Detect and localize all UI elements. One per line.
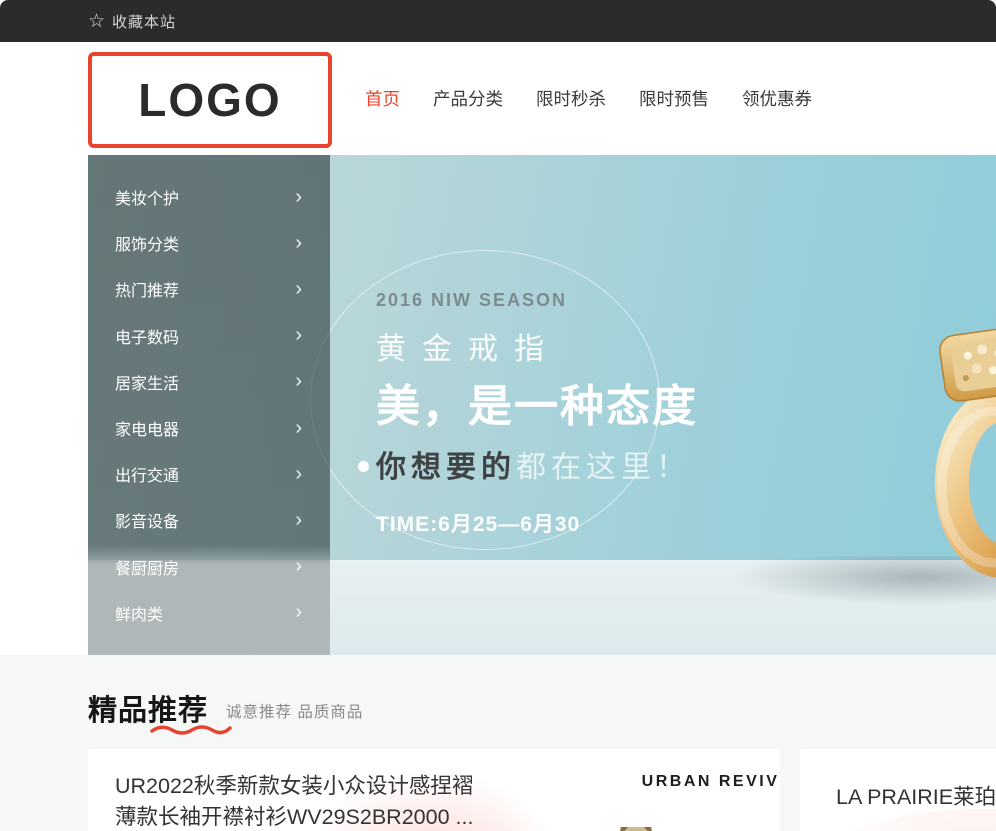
product-card[interactable]: LA PRAIRIE莱珀 ¥9,40 [800,749,996,831]
chevron-right-icon: › [295,324,302,347]
nav-item-home[interactable]: 首页 [365,86,400,111]
decorative-dot [358,461,369,472]
chevron-right-icon: › [295,463,302,486]
product-title[interactable]: LA PRAIRIE莱珀 [836,780,996,811]
sidebar-item-fresh-meat[interactable]: 鲜肉类 › [88,590,330,636]
chevron-right-icon: › [295,370,302,393]
star-icon: ☆ [88,12,105,31]
hero-banner[interactable]: 2016 NIW SEASON 黄金戒指 美，是一种态度 你想要的都在这里！ T… [88,155,996,655]
logo-text: LOGO [138,73,281,127]
banner-time: TIME:6月25—6月30 [376,508,698,538]
topbar: ☆ 收藏本站 [0,0,996,42]
sidebar-item-kitchen[interactable]: 餐厨厨房 › [88,544,330,590]
sidebar-item-label: 美妆个护 [115,185,179,209]
product-brand: URBAN REVIVO [543,773,780,791]
sidebar-item-label: 居家生活 [115,370,179,394]
category-sidebar: 美妆个护 › 服饰分类 › 热门推荐 › 电子数码 › 居家生活 › 家电电器 › 出行交通… [88,155,330,655]
sidebar-item-label: 服饰分类 [115,231,179,255]
product-cards: UR2022秋季新款女装小众设计感捏褶薄款长袖开襟衬衫WV29S2BR2000 … [88,749,996,831]
nav-item-coupons[interactable]: 领优惠券 [742,86,812,111]
logo[interactable]: LOGO [88,52,332,148]
banner-tagline: 你想要的都在这里！ [376,442,698,486]
banner-text: 2016 NIW SEASON 黄金戒指 美，是一种态度 你想要的都在这里！ T… [376,290,698,538]
chevron-right-icon: › [295,232,302,255]
shirt-product-image [616,827,656,831]
sidebar-item-apparel[interactable]: 服饰分类 › [88,220,330,266]
sidebar-item-label: 影音设备 [115,508,179,532]
banner-tagline-light: 都在这里！ [516,451,691,484]
wavy-underline-icon [150,723,232,735]
recommend-section: 精品推荐 诚意推荐 品质商品 UR2022秋季新款女装小众设计感捏褶薄款长袖开襟… [0,655,996,831]
product-card[interactable]: UR2022秋季新款女装小众设计感捏褶薄款长袖开襟衬衫WV29S2BR2000 … [88,749,780,831]
sidebar-item-label: 电子数码 [115,324,179,348]
banner-subtitle: 黄金戒指 [376,324,698,368]
banner-tagline-dark: 你想要的 [376,451,516,484]
nav-item-presale[interactable]: 限时预售 [639,86,709,111]
sidebar-item-label: 热门推荐 [115,277,179,301]
chevron-right-icon: › [295,509,302,532]
product-title[interactable]: UR2022秋季新款女装小众设计感捏褶薄款长袖开襟衬衫WV29S2BR2000 … [115,771,493,831]
sidebar-item-hot[interactable]: 热门推荐 › [88,266,330,312]
chevron-right-icon: › [295,417,302,440]
sidebar-item-label: 餐厨厨房 [115,555,179,579]
section-subtitle: 诚意推荐 品质商品 [226,700,363,722]
sidebar-item-appliances[interactable]: 家电电器 › [88,405,330,451]
sidebar-item-label: 家电电器 [115,416,179,440]
banner-season: 2016 NIW SEASON [376,290,698,311]
sidebar-item-label: 出行交通 [115,462,179,486]
chevron-right-icon: › [295,555,302,578]
sidebar-item-travel[interactable]: 出行交通 › [88,451,330,497]
recommend-header: 精品推荐 诚意推荐 品质商品 [88,687,996,729]
sidebar-item-label: 鲜肉类 [115,601,163,625]
banner-title: 美，是一种态度 [376,370,698,434]
main-nav: 首页 产品分类 限时秒杀 限时预售 领优惠券 [365,86,812,111]
chevron-right-icon: › [295,278,302,301]
nav-item-categories[interactable]: 产品分类 [433,86,503,111]
favorite-site-link[interactable]: 收藏本站 [112,11,176,32]
gold-ring-icon [924,323,996,583]
pink-decor-wash [800,809,996,831]
sidebar-item-electronics[interactable]: 电子数码 › [88,313,330,359]
sidebar-item-av-equipment[interactable]: 影音设备 › [88,497,330,543]
sidebar-item-beauty[interactable]: 美妆个护 › [88,174,330,220]
nav-item-flash-sale[interactable]: 限时秒杀 [536,86,606,111]
chevron-right-icon: › [295,186,302,209]
chevron-right-icon: › [295,601,302,624]
header: LOGO 首页 产品分类 限时秒杀 限时预售 领优惠券 [0,42,996,155]
sidebar-item-home-life[interactable]: 居家生活 › [88,359,330,405]
